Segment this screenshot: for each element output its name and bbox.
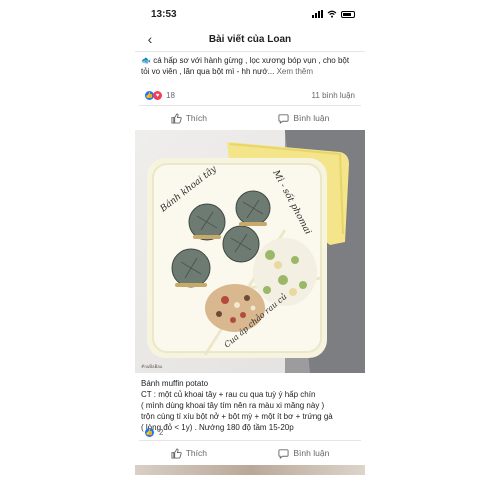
back-chevron-icon[interactable]: ‹ [141,31,159,47]
battery-icon [341,10,355,18]
comment-button[interactable]: Bình luận [278,113,329,124]
signal-icon [312,10,323,18]
post2-line-3: trộn cùng tí xíu bột nở + bột mỳ + một í… [141,412,333,421]
phone-screen: 13:53 ‹ Bài viết của Loan 🐟 cá hấp sơ vớ… [135,0,365,498]
post2-line-2: ( mình dùng khoai tây tím nên ra màu xi … [141,401,325,410]
fish-emoji-icon: 🐟 [141,56,151,65]
like-label: Thích [185,113,207,123]
comment-label: Bình luận [293,113,330,123]
status-icons [312,10,355,18]
status-bar: 13:53 [135,0,365,28]
comment-count[interactable]: 11 bình luận [312,91,355,100]
post-photo[interactable]: Bánh khoai tây Mì - sốt phomai Cua áp ch… [135,130,365,373]
heart-reaction-icon: ♥ [153,91,162,100]
comment-label: Bình luận [293,448,330,458]
photo-watermark: #nuBaBau [141,364,163,369]
page-title: Bài viết của Loan [208,34,292,45]
comment-icon [278,448,289,459]
reaction-bar: 👍 ♥ 18 11 bình luận [139,86,361,106]
reaction-count: 18 [166,91,175,100]
post2-line-1: CT : một củ khoai tây + rau cu qua tuỳ ý… [141,390,316,399]
action-bar-2: Thích Bình luận [135,441,365,465]
wifi-icon [327,10,337,18]
comment-icon [278,113,289,124]
post2-caption: Bánh muffin potato CT : một củ khoai tây… [135,373,365,432]
next-post-photo[interactable] [135,465,365,475]
like-button[interactable]: Thích [171,112,207,124]
action-bar: Thích Bình luận [135,106,365,130]
post-body: cá hấp sơ với hành gừng , lọc xương bóp … [141,56,350,76]
nav-bar: ‹ Bài viết của Loan [135,28,365,52]
like-label: Thích [185,448,207,458]
status-time: 13:53 [151,8,177,20]
food-photo-illustration: Bánh khoai tây Mì - sốt phomai Cua áp ch… [135,130,365,373]
post-text: 🐟 cá hấp sơ với hành gừng , lọc xương bó… [135,52,365,86]
see-more-link[interactable]: Xem thêm [277,67,313,76]
reaction-count-2: 2 [159,428,164,437]
reaction-summary[interactable]: 👍 ♥ 18 [145,91,175,100]
post2-title: Bánh muffin potato [141,379,209,388]
like-icon [171,447,182,459]
like-reaction-icon: 👍 [145,428,154,437]
comment-button-2[interactable]: Bình luận [278,448,329,459]
like-icon [171,112,182,124]
like-button-2[interactable]: Thích [171,447,207,459]
